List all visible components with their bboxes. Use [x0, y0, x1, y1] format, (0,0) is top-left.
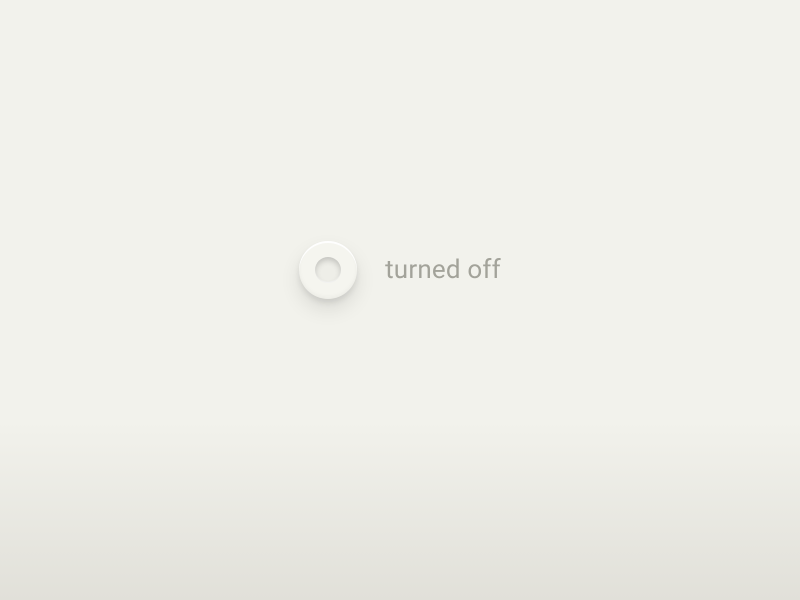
- power-toggle-label: turned off: [385, 255, 501, 285]
- power-toggle-group: turned off: [299, 241, 501, 299]
- power-toggle-button[interactable]: [299, 241, 357, 299]
